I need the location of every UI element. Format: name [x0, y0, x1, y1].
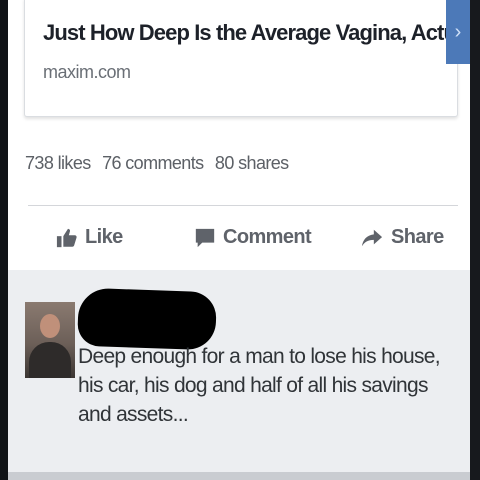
- link-domain: maxim.com: [43, 62, 131, 82]
- avatar[interactable]: [25, 302, 75, 378]
- comments-count[interactable]: 76 comments: [102, 153, 204, 173]
- share-button[interactable]: Share: [360, 226, 444, 249]
- bottom-divider: [8, 472, 470, 480]
- shares-count[interactable]: 80 shares: [215, 153, 289, 173]
- comment-section: Deep enough for a man to lose his house,…: [8, 270, 470, 480]
- thumbs-up-icon: [56, 228, 77, 247]
- action-bar: Like Comment Share: [8, 218, 470, 268]
- share-arrow-icon: [361, 229, 383, 246]
- left-screen-edge: [0, 0, 8, 480]
- divider: [28, 205, 458, 206]
- like-button[interactable]: Like: [56, 226, 123, 249]
- comment-icon: [195, 228, 215, 247]
- link-title[interactable]: Just How Deep Is the Average Vagina, Act…: [43, 20, 480, 46]
- link-preview-card[interactable]: Just How Deep Is the Average Vagina, Act…: [24, 0, 480, 117]
- right-screen-edge: [470, 0, 480, 480]
- comment-button[interactable]: Comment: [194, 226, 312, 249]
- comment-label: Comment: [223, 226, 312, 248]
- share-label: Share: [391, 226, 444, 248]
- avatar-head-shape: [40, 314, 60, 338]
- chevron-right-icon[interactable]: ›: [446, 0, 470, 64]
- post-stats: 738 likes 76 comments 80 shares: [25, 153, 296, 174]
- redacted-username: [77, 287, 217, 351]
- likes-count[interactable]: 738 likes: [25, 153, 91, 173]
- avatar-body-shape: [29, 342, 71, 378]
- comment-text: Deep enough for a man to lose his house,…: [78, 345, 441, 426]
- like-label: Like: [85, 226, 123, 248]
